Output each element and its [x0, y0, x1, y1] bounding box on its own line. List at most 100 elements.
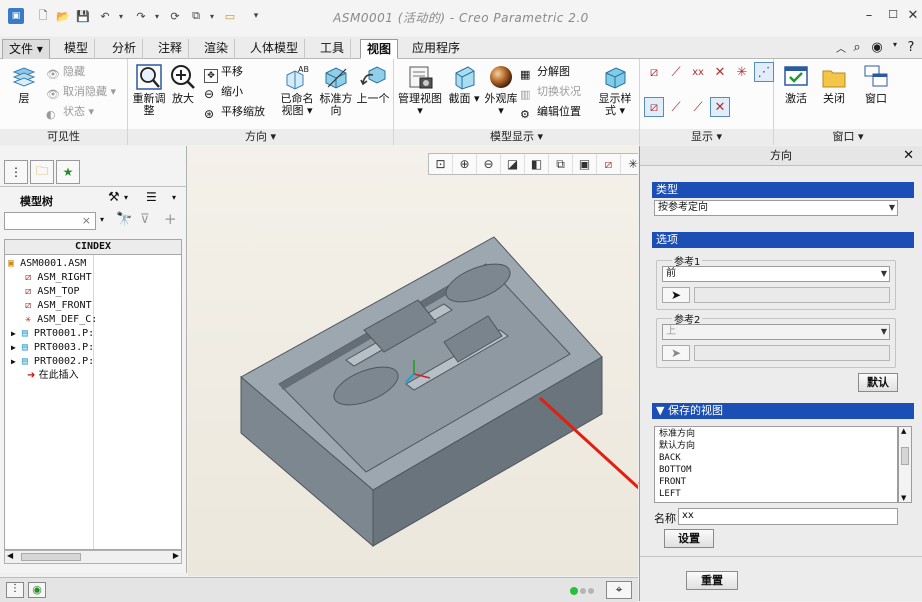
tree-horizontal-scrollbar[interactable]: ◀ ▶: [4, 550, 182, 564]
scroll-up-icon[interactable]: ▲: [901, 427, 906, 435]
point-display-icon[interactable]: xx: [688, 62, 708, 82]
tree-item-asm-right[interactable]: ⧄ ASM_RIGHT: [25, 271, 92, 285]
list-item[interactable]: 默认方向: [659, 440, 695, 452]
saved-views-scrollbar[interactable]: ▲ ▼: [898, 426, 912, 503]
add-column-icon[interactable]: +: [164, 210, 177, 228]
tree-item-insert-here[interactable]: ➜ 在此插入: [27, 369, 79, 383]
view-name-input[interactable]: xx: [678, 508, 898, 525]
find-icon[interactable]: 🔭: [116, 212, 132, 227]
list-item[interactable]: FRONT: [659, 476, 686, 488]
tree-item-asm-def-csys[interactable]: ✳ ASM_DEF_C:: [25, 313, 97, 327]
show-navigator-icon[interactable]: ⋮: [6, 582, 24, 598]
list-item[interactable]: BOTTOM: [659, 464, 692, 476]
tab-manikin[interactable]: 人体模型: [244, 39, 306, 59]
reference2-pick-button[interactable]: ➤: [662, 345, 690, 361]
plane-tag-icon[interactable]: ⧄: [644, 97, 664, 117]
manage-views-button[interactable]: 管理视图 ▾: [398, 63, 442, 117]
show-footer[interactable]: 显示 ▾: [640, 129, 773, 145]
reset-button[interactable]: 重置: [686, 571, 738, 590]
csys-display-icon[interactable]: ✕: [710, 62, 730, 82]
axis-display-icon[interactable]: ⟋: [666, 62, 686, 82]
minimize-icon[interactable]: –: [856, 8, 882, 26]
csys-tag-icon[interactable]: ✕: [710, 97, 730, 117]
zoom-out-button[interactable]: ⊖ 缩小: [204, 84, 243, 101]
pan-button[interactable]: ✥ 平移: [204, 64, 243, 83]
display-style-button[interactable]: 显示样式 ▾: [594, 63, 636, 117]
default-button[interactable]: 默认: [858, 373, 898, 392]
close-icon[interactable]: ✕: [900, 8, 922, 26]
reference1-select[interactable]: 前 ▼: [662, 266, 890, 282]
tab-render[interactable]: 渲染: [198, 39, 236, 59]
search-dropdown-icon[interactable]: ▾: [100, 215, 104, 224]
expand-icon[interactable]: ▶: [11, 343, 16, 352]
tab-analysis[interactable]: 分析: [106, 39, 144, 59]
scroll-thumb[interactable]: [901, 447, 909, 465]
layer-button[interactable]: 层: [6, 63, 42, 105]
tree-item-asm-front[interactable]: ⧄ ASM_FRONT: [25, 299, 92, 313]
show-browser-icon[interactable]: ◉: [28, 582, 46, 598]
tab-model[interactable]: 模型: [58, 39, 96, 59]
refit-button[interactable]: 重新调整: [132, 63, 166, 117]
set-button[interactable]: 设置: [664, 529, 714, 548]
status-button[interactable]: ◐ 状态 ▾: [46, 104, 94, 121]
pan-zoom-button[interactable]: ⊛ 平移缩放: [204, 104, 265, 121]
tree-settings-dropdown-icon[interactable]: ▾: [124, 193, 128, 202]
expand-icon[interactable]: ▶: [11, 329, 16, 338]
tab-view[interactable]: 视图: [360, 39, 399, 59]
saved-views-list[interactable]: 标准方向 默认方向 BACK BOTTOM FRONT LEFT: [654, 426, 898, 503]
folder-browser-tab-icon[interactable]: 🗀: [30, 160, 54, 184]
zoom-in-button[interactable]: 放大: [168, 63, 198, 105]
reference2-select[interactable]: 上 ▼: [662, 324, 890, 340]
unhide-button[interactable]: 👁 取消隐藏 ▾: [46, 84, 116, 101]
orientation-footer[interactable]: 方向 ▾: [128, 129, 393, 145]
plane-display-icon[interactable]: ⧄: [644, 62, 664, 82]
filter-icon[interactable]: ⊽: [140, 212, 150, 227]
activate-button[interactable]: 激活: [778, 63, 814, 105]
list-item[interactable]: BACK: [659, 452, 681, 464]
annotation-display-icon[interactable]: ⋰: [754, 62, 774, 82]
tree-column-header[interactable]: CINDEX: [4, 239, 182, 255]
tree-item-asm0001[interactable]: ▣ ASM0001.ASM: [8, 257, 86, 271]
tree-columns-icon[interactable]: ☰: [146, 190, 157, 204]
tree-item-prt0003[interactable]: ▶ ▤ PRT0003.P:: [11, 341, 94, 355]
section-button[interactable]: 截面 ▾: [446, 63, 482, 105]
graphics-window[interactable]: ⊡ ⊕ ⊖ ◪ ◧ ⧉ ▣ ⧄ ✳: [188, 146, 638, 576]
scroll-thumb[interactable]: [21, 553, 81, 561]
appearance-gallery-button[interactable]: 外观库 ▾: [484, 63, 518, 117]
scroll-down-icon[interactable]: ▼: [901, 494, 906, 502]
hide-button[interactable]: 👁 隐藏: [46, 64, 85, 81]
tree-item-asm-top[interactable]: ⧄ ASM_TOP: [25, 285, 80, 299]
window-button[interactable]: 窗口: [858, 63, 894, 105]
tab-tools[interactable]: 工具: [314, 39, 352, 59]
clear-search-icon[interactable]: ×: [82, 214, 91, 227]
chevron-down-icon[interactable]: ▼: [881, 267, 887, 281]
tree-columns-dropdown-icon[interactable]: ▾: [172, 193, 176, 202]
tree-search-input[interactable]: ×: [4, 212, 96, 230]
reference2-field[interactable]: [694, 345, 890, 361]
reference1-field[interactable]: [694, 287, 890, 303]
help-icon[interactable]: ◉: [868, 40, 886, 58]
tree-item-prt0001[interactable]: ▶ ▤ PRT0001.P:: [11, 327, 94, 341]
favorites-tab-icon[interactable]: ★: [56, 160, 80, 184]
tree-settings-icon[interactable]: ⚒: [108, 190, 120, 205]
close-button[interactable]: 关闭: [816, 63, 852, 105]
search-icon[interactable]: ⌕: [848, 40, 866, 58]
tab-annotate[interactable]: 注释: [152, 39, 190, 59]
reference1-pick-button[interactable]: ➤: [662, 287, 690, 303]
expand-icon[interactable]: ▶: [11, 357, 16, 366]
list-item[interactable]: LEFT: [659, 488, 681, 500]
explode-view-button[interactable]: ▦ 分解图: [520, 64, 570, 81]
toggle-status-button[interactable]: ▥ 切换状况: [520, 84, 581, 101]
tree-item-prt0002[interactable]: ▶ ▤ PRT0002.P:: [11, 355, 94, 369]
dialog-close-icon[interactable]: ✕: [903, 148, 914, 163]
previous-view-button[interactable]: 上一个: [356, 63, 390, 105]
edit-position-button[interactable]: ⚙ 编辑位置: [520, 104, 581, 121]
saved-views-section-header[interactable]: ▼ 保存的视图: [652, 403, 914, 419]
help-center-icon[interactable]: ?: [902, 40, 920, 58]
tab-file[interactable]: 文件 ▾: [2, 39, 50, 59]
tab-applications[interactable]: 应用程序: [406, 39, 466, 59]
orientation-type-select[interactable]: 按参考定向 ▼: [654, 200, 898, 216]
named-views-button[interactable]: AB 已命名视图 ▾: [278, 63, 316, 117]
chevron-down-icon[interactable]: ▼: [889, 201, 895, 215]
chevron-down-icon[interactable]: ▼: [881, 325, 887, 339]
